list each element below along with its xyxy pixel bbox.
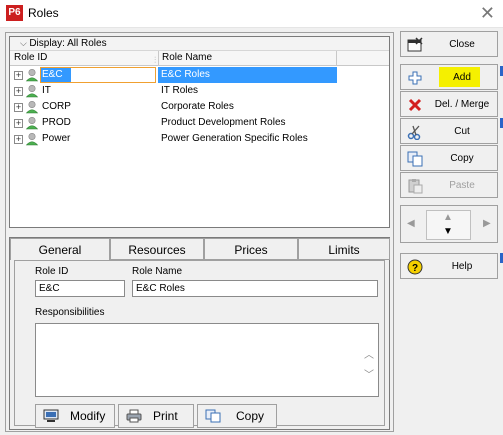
- title-bar: P6 Roles ✕: [0, 0, 503, 28]
- paste-button[interactable]: Paste: [400, 172, 498, 198]
- print-button[interactable]: Print: [118, 404, 194, 428]
- tab-resources[interactable]: Resources: [110, 238, 204, 260]
- copy-details-label: Copy: [236, 409, 265, 423]
- window-close-icon[interactable]: ✕: [480, 3, 495, 23]
- role-name-label: Role Name: [132, 266, 183, 277]
- roles-main-frame: ⌵ Display: All Roles Role ID ⫶ Role Name…: [5, 32, 394, 432]
- roles-grid: ⌵ Display: All Roles Role ID ⫶ Role Name…: [9, 36, 390, 228]
- expand-icon[interactable]: +: [14, 119, 23, 128]
- plus-icon: [408, 71, 422, 85]
- copy-icon: [205, 409, 221, 423]
- role-id-cell[interactable]: PROD: [42, 115, 71, 131]
- close-label: Close: [449, 39, 475, 50]
- column-divider: [336, 51, 337, 66]
- arrow-left-icon[interactable]: ◀: [407, 218, 415, 229]
- arrow-right-icon[interactable]: ▶: [483, 218, 491, 229]
- column-role-id[interactable]: Role ID: [14, 51, 47, 65]
- help-icon: ?: [407, 259, 423, 275]
- display-label: Display: All Roles: [29, 38, 107, 49]
- tab-prices[interactable]: Prices: [204, 238, 298, 260]
- table-row[interactable]: + Power Power Generation Specific Roles: [10, 131, 389, 147]
- table-row[interactable]: + CORP Corporate Roles: [10, 99, 389, 115]
- close-button[interactable]: Close: [400, 31, 498, 57]
- role-person-icon: [25, 84, 39, 98]
- delete-x-icon: [408, 98, 422, 112]
- responsibilities-textarea[interactable]: ︿ ﹀: [35, 323, 379, 397]
- help-button[interactable]: ? Help: [400, 253, 498, 279]
- svg-text:?: ?: [412, 263, 418, 274]
- arrow-up-icon[interactable]: ▲: [443, 212, 453, 223]
- role-name-cell[interactable]: IT Roles: [158, 83, 198, 99]
- sort-indicator-icon: ⫶: [154, 55, 157, 65]
- cut-label: Cut: [454, 126, 470, 137]
- tab-limits[interactable]: Limits: [298, 238, 390, 260]
- general-tab-body: Role ID E&C Role Name E&C Roles Responsi…: [14, 260, 385, 428]
- column-role-name[interactable]: Role Name: [158, 51, 212, 66]
- help-label: Help: [451, 261, 473, 272]
- move-navigation-pad: ◀ ▲ ▼ ▶: [400, 205, 498, 243]
- role-person-icon: [25, 100, 39, 114]
- role-id-cell[interactable]: E&C: [42, 67, 63, 83]
- modify-icon: [43, 409, 59, 422]
- window-title: Roles: [28, 6, 59, 20]
- expand-icon[interactable]: +: [14, 87, 23, 96]
- cut-button[interactable]: Cut: [400, 118, 498, 144]
- add-button[interactable]: Add: [400, 64, 498, 90]
- expand-icon[interactable]: +: [14, 71, 23, 80]
- expand-icon[interactable]: +: [14, 103, 23, 112]
- expand-icon[interactable]: +: [14, 135, 23, 144]
- copy-icon: [407, 151, 423, 167]
- add-label: Add: [453, 72, 471, 83]
- modify-button[interactable]: Modify: [35, 404, 115, 428]
- copy-label: Copy: [450, 153, 474, 164]
- p6-logo-icon: P6: [6, 5, 23, 21]
- table-row[interactable]: + PROD Product Development Roles: [10, 115, 389, 131]
- scissors-icon: [407, 125, 421, 140]
- move-center: ▲ ▼: [426, 210, 471, 240]
- paste-icon: [408, 179, 423, 194]
- paste-label: Paste: [449, 180, 475, 191]
- role-person-icon: [25, 68, 39, 82]
- chevron-down-icon: ⌵: [20, 38, 30, 48]
- copy-button[interactable]: Copy: [400, 145, 498, 171]
- responsibilities-label: Responsibilities: [35, 307, 105, 318]
- grid-column-header: Role ID ⫶ Role Name: [10, 51, 389, 66]
- table-row[interactable]: + IT IT Roles: [10, 83, 389, 99]
- role-name-cell[interactable]: Power Generation Specific Roles: [158, 131, 308, 147]
- scroll-up-icon[interactable]: ︿: [364, 346, 374, 361]
- role-name-field[interactable]: E&C Roles: [132, 280, 378, 297]
- print-label: Print: [153, 409, 178, 423]
- details-tabs: General Resources Prices Limits: [10, 238, 390, 260]
- copy-details-button[interactable]: Copy: [197, 404, 277, 428]
- grid-rows: + E&C E&C Roles + IT IT Roles + CORP Cor…: [10, 67, 389, 147]
- modify-label: Modify: [70, 409, 106, 423]
- role-id-cell[interactable]: Power: [42, 131, 70, 147]
- role-name-cell[interactable]: Corporate Roles: [158, 99, 234, 115]
- arrow-down-icon[interactable]: ▼: [443, 226, 453, 237]
- delete-merge-label: Del. / Merge: [434, 99, 490, 110]
- role-id-field[interactable]: E&C: [35, 280, 125, 297]
- tab-general[interactable]: General: [10, 238, 110, 260]
- display-filter-bar[interactable]: ⌵ Display: All Roles: [10, 37, 389, 51]
- role-name-cell[interactable]: Product Development Roles: [158, 115, 286, 131]
- table-row[interactable]: + E&C E&C Roles: [10, 67, 389, 83]
- role-id-label: Role ID: [35, 266, 69, 277]
- role-person-icon: [25, 116, 39, 130]
- scroll-down-icon[interactable]: ﹀: [364, 366, 374, 381]
- delete-merge-button[interactable]: Del. / Merge: [400, 91, 498, 117]
- role-name-cell[interactable]: E&C Roles: [158, 67, 210, 83]
- role-person-icon: [25, 132, 39, 146]
- role-details-panel: General Resources Prices Limits Role ID …: [9, 237, 390, 430]
- close-window-icon: [407, 37, 423, 52]
- printer-icon: [126, 409, 142, 423]
- role-id-cell[interactable]: IT: [42, 83, 51, 99]
- role-id-cell[interactable]: CORP: [42, 99, 71, 115]
